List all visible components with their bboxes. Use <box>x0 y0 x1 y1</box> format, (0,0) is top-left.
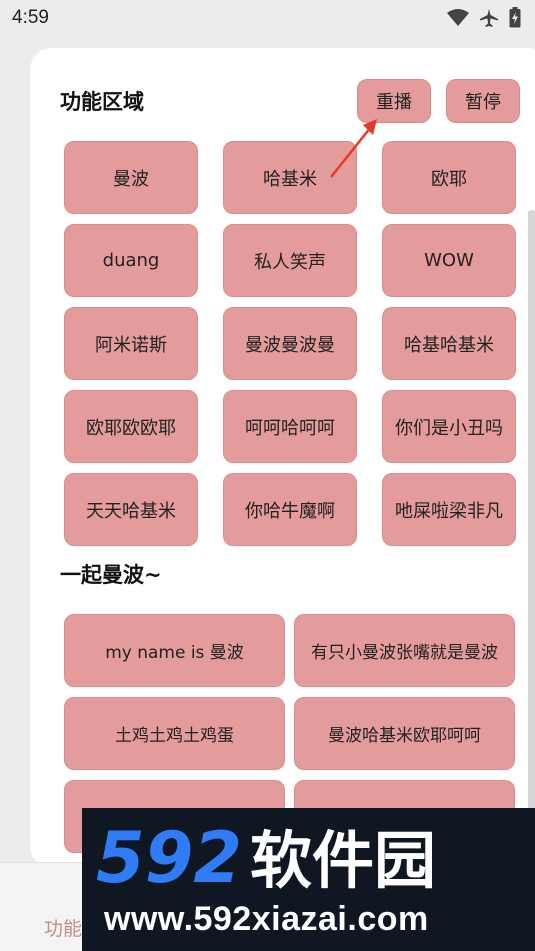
airplane-icon <box>479 8 499 28</box>
annotation-arrow-icon <box>330 119 377 178</box>
sound-button[interactable]: 你们是小丑吗 <box>382 390 516 463</box>
sound-button[interactable]: 呵呵哈呵呵 <box>223 390 357 463</box>
together-button[interactable]: 土鸡土鸡土鸡蛋 <box>64 697 285 770</box>
nav-item-function-label[interactable]: 功能 <box>44 914 82 941</box>
sound-button[interactable]: 天天哈基米 <box>64 473 198 546</box>
sound-button[interactable]: WOW <box>382 224 516 297</box>
sound-button[interactable]: 阿米诺斯 <box>64 307 198 380</box>
function-area-title: 功能区域 <box>60 90 144 114</box>
watermark-banner: 592 软件园 www.592xiazai.com <box>82 808 535 951</box>
watermark-url: www.592xiazai.com <box>104 900 429 938</box>
sound-button[interactable]: 欧耶欧欧耶 <box>64 390 198 463</box>
pause-button[interactable]: 暂停 <box>446 79 520 123</box>
status-icons <box>447 7 521 28</box>
sound-button[interactable]: 欧耶 <box>382 141 516 214</box>
sound-button[interactable]: 吔屎啦梁非凡 <box>382 473 516 546</box>
sound-button[interactable]: duang <box>64 224 198 297</box>
sound-button[interactable]: 你哈牛魔啊 <box>223 473 357 546</box>
status-time: 4:59 <box>12 7 49 28</box>
wifi-icon <box>447 8 469 27</box>
together-title: 一起曼波~ <box>60 563 162 587</box>
sound-button[interactable]: 曼波 <box>64 141 198 214</box>
watermark-logo-icon: 592 软件园 <box>96 817 436 898</box>
together-button[interactable]: my name is 曼波 <box>64 614 285 687</box>
together-button[interactable]: 曼波哈基米欧耶呵呵 <box>294 697 515 770</box>
together-button[interactable]: 有只小曼波张嘴就是曼波 <box>294 614 515 687</box>
svg-text:软件园: 软件园 <box>250 824 436 897</box>
scrollbar[interactable] <box>528 210 535 840</box>
battery-charging-icon <box>509 7 521 28</box>
status-bar: 4:59 <box>0 0 535 36</box>
sound-button[interactable]: 哈基哈基米 <box>382 307 516 380</box>
sound-button[interactable]: 曼波曼波曼 <box>223 307 357 380</box>
svg-text:592: 592 <box>96 817 242 898</box>
sound-button[interactable]: 私人笑声 <box>223 224 357 297</box>
